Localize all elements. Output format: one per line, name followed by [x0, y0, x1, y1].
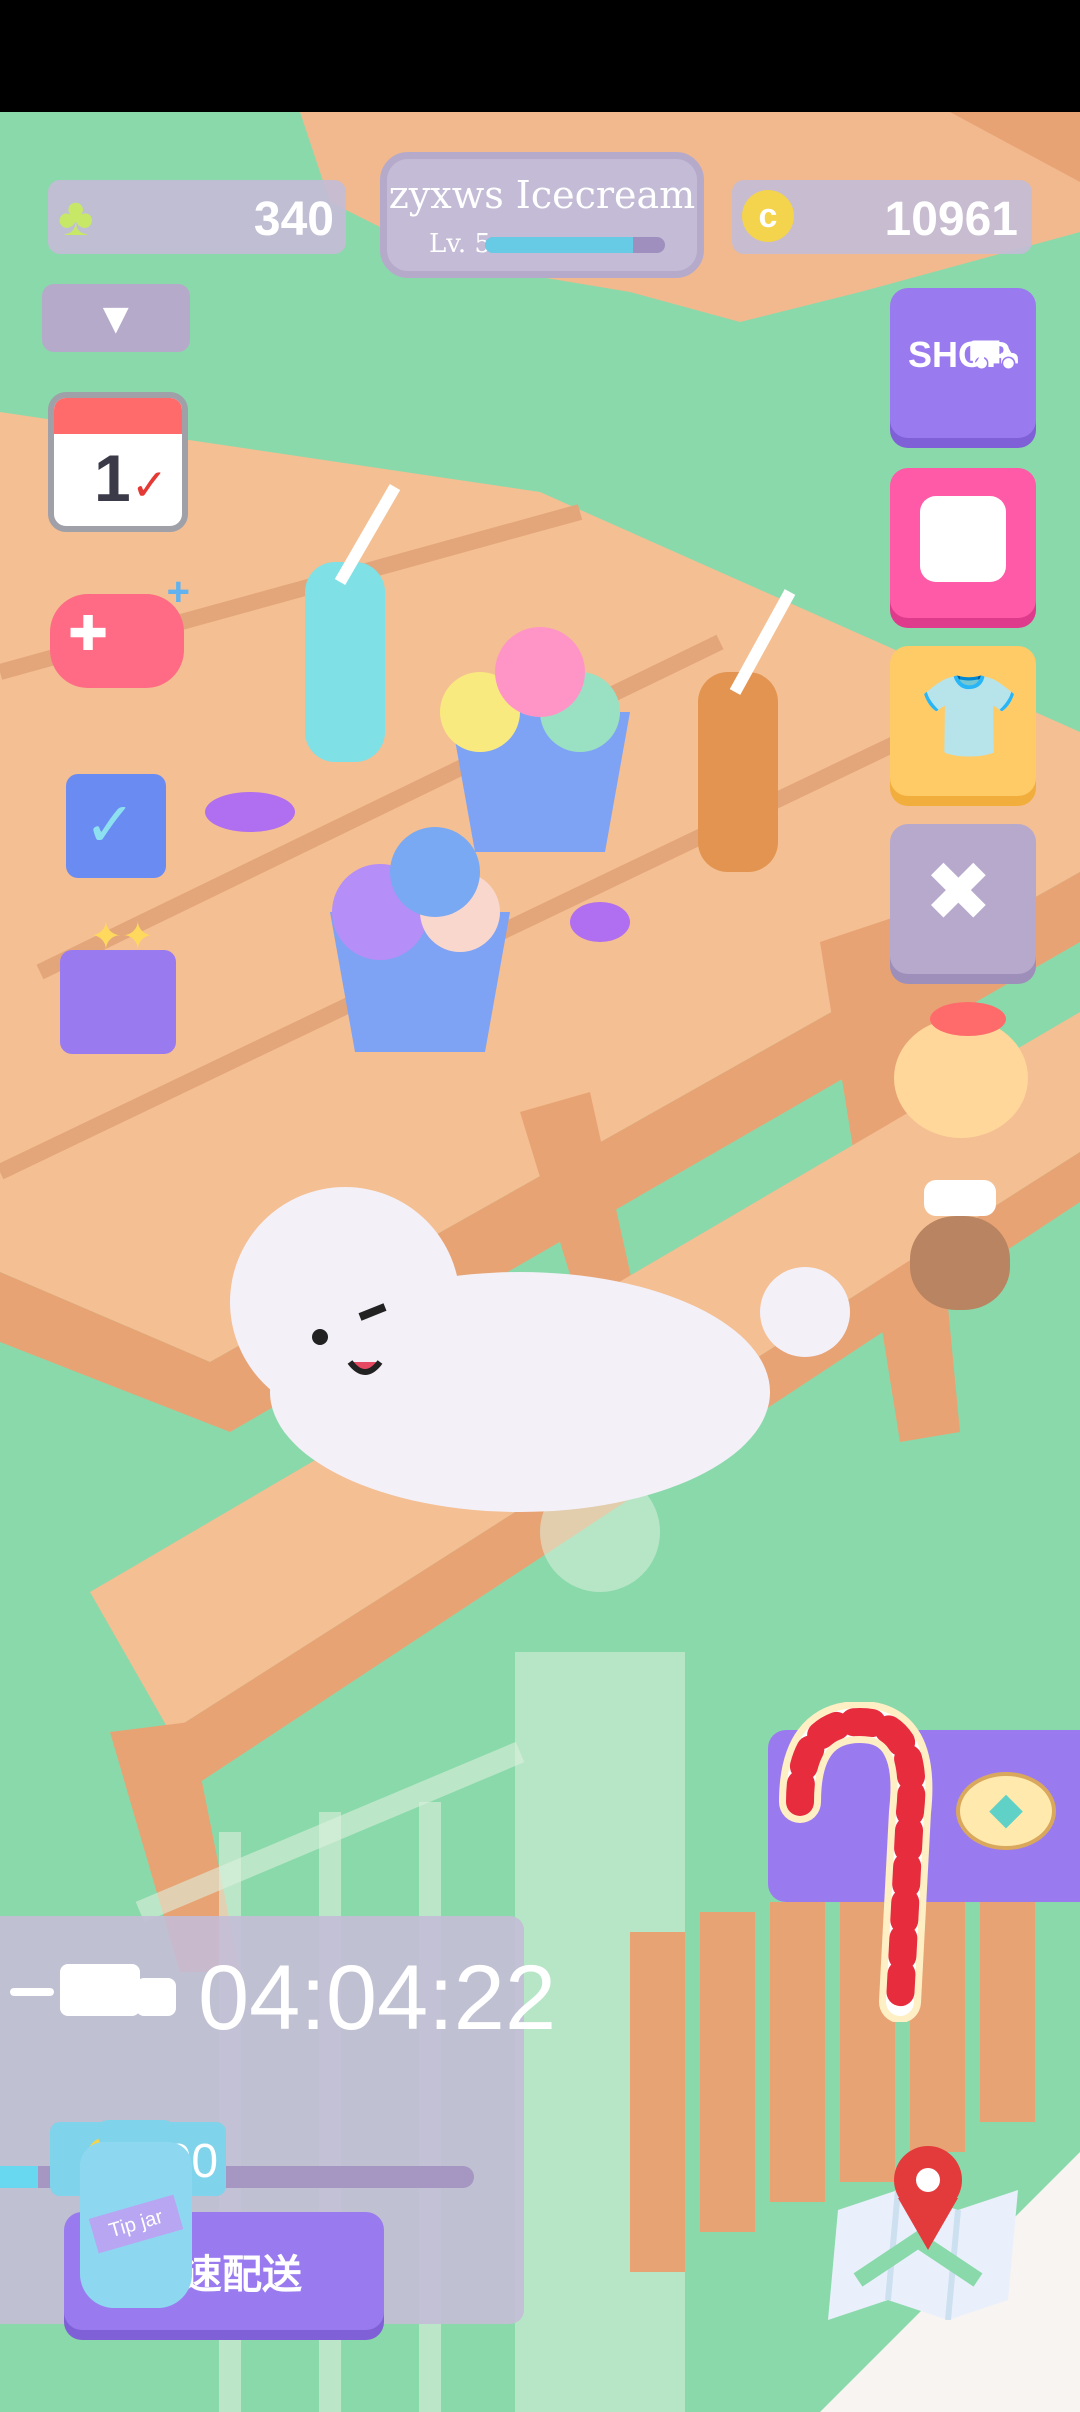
- tools-button[interactable]: ✖: [890, 824, 1036, 974]
- gamepad-plus-icon[interactable]: ✚ +: [50, 570, 190, 688]
- calendar-day: 1: [94, 441, 131, 515]
- task-check-icon[interactable]: ✓: [66, 774, 166, 878]
- cat-chef-face: [910, 1216, 1010, 1310]
- gamepad-dpad-icon: ✚: [68, 608, 109, 661]
- shop-cart-icon: ⛟: [967, 330, 1020, 377]
- truck-icon: [10, 1958, 176, 2028]
- clover-counter[interactable]: ♣ 340: [48, 180, 346, 254]
- tools-icon: ✖: [924, 847, 993, 938]
- sparkle-icon: ✦✦: [90, 916, 154, 958]
- clover-count: 340: [253, 193, 334, 246]
- treasure-chest-button[interactable]: [890, 468, 1036, 618]
- delivery-progress-fill: [0, 2166, 38, 2188]
- dropdown-arrow-icon: ▼: [94, 294, 138, 343]
- player-level-badge[interactable]: zyxws Icecream Lv. 5: [380, 152, 704, 278]
- truck-cab: [136, 1978, 176, 2016]
- truck-body: [60, 1964, 140, 2016]
- level-progress-fill: [485, 237, 633, 253]
- shop-button[interactable]: SHOP ⛟: [890, 288, 1036, 438]
- plus-badge-icon: +: [166, 570, 190, 614]
- clover-icon: ♣: [58, 187, 94, 247]
- poodle-avatar-beret: [930, 1002, 1006, 1036]
- express-delivery-label: 速配送: [182, 2253, 302, 2297]
- player-name: zyxws Icecream: [388, 173, 696, 217]
- game-scene: ♣ 340 zyxws Icecream Lv. 5 c 10961 ▼ 1 ✓…: [0, 112, 1080, 2412]
- gift-box-icon[interactable]: ✦✦: [60, 916, 176, 1054]
- speed-line: [10, 1988, 54, 1996]
- coin-icon: c: [742, 190, 794, 242]
- coin-count: 10961: [884, 193, 1018, 246]
- delivery-panel: 04:04:22 c 100 速配送: [0, 1916, 556, 2330]
- diamond-icon: ◆: [956, 1772, 1056, 1850]
- task-check-mark: ✓: [84, 791, 136, 860]
- calendar-icon[interactable]: 1 ✓: [48, 392, 188, 532]
- poodle-avatar-icon[interactable]: [886, 1002, 1036, 1168]
- tip-jar-icon[interactable]: Tip jar: [80, 2120, 192, 2310]
- calendar-header: [54, 398, 182, 434]
- map-pin-icon[interactable]: [828, 2130, 1028, 2321]
- check-mark-icon: ✓: [131, 461, 168, 510]
- tshirt-icon: 👕: [918, 671, 1021, 762]
- map-graphic: [828, 2146, 1018, 2321]
- poodle-avatar-hair: [894, 1018, 1028, 1138]
- candy-cane-graphic: [779, 1700, 933, 2023]
- cat-chef-hat: [924, 1180, 996, 1216]
- treasure-chest-icon: [920, 496, 1006, 582]
- coin-counter[interactable]: c 10961: [732, 180, 1032, 254]
- level-progress-track: [485, 237, 665, 253]
- status-bar: [0, 0, 1080, 112]
- outfit-button[interactable]: 👕: [890, 646, 1036, 796]
- cat-chef-avatar-icon[interactable]: [898, 1180, 1022, 1344]
- menu-dropdown-button[interactable]: ▼: [42, 284, 190, 352]
- delivery-timer: 04:04:22: [198, 1947, 557, 2049]
- candy-cane-icon[interactable]: [760, 1700, 940, 2023]
- level-label: Lv. 5: [429, 229, 491, 259]
